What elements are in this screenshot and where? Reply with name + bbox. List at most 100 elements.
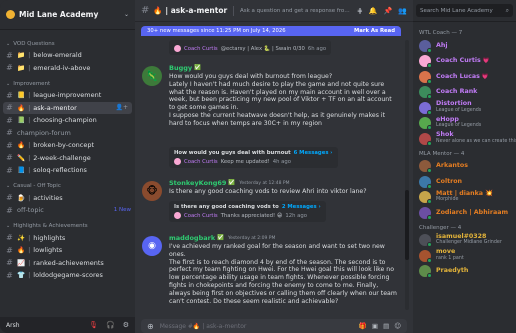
settings-gear-icon[interactable]: ⚙ bbox=[123, 321, 129, 329]
member-item[interactable]: Coltron bbox=[413, 174, 516, 190]
channel-category[interactable]: ⌄ Improvement bbox=[0, 78, 135, 89]
channel-category[interactable]: ⌄ Highlights & Achievements bbox=[0, 221, 135, 232]
member-group-header: MLA Mentor — 4 bbox=[419, 150, 465, 157]
member-info: Ahj bbox=[436, 42, 448, 50]
member-info: isamuel#0328 Challenger Midlane Grinder bbox=[436, 233, 502, 247]
message-author[interactable]: StonkeyKong69 bbox=[169, 179, 226, 187]
sidebar-item-ask-a-mentor[interactable]: # 🔥 | ask-a-mentor 👤+ bbox=[3, 101, 132, 114]
invite-icon[interactable]: 👤+ bbox=[116, 104, 129, 111]
avatar[interactable]: ◉ bbox=[142, 236, 162, 256]
thread-message-count[interactable]: 6 Messages › bbox=[294, 150, 333, 156]
channel-category[interactable]: ⌄ Casual - Off Topic bbox=[0, 181, 135, 192]
sidebar-item-soloq-reflections[interactable]: # 📘 | soloq-reflections bbox=[0, 164, 135, 177]
member-item[interactable]: Matt | dianka 💥 Morphide bbox=[413, 190, 516, 206]
chevron-down-icon: ⌄ bbox=[6, 223, 11, 229]
sticker-icon[interactable]: ▤ bbox=[383, 322, 389, 330]
sidebar-item-label: 2-week-challenge bbox=[33, 153, 91, 162]
status-indicator bbox=[427, 63, 432, 69]
sidebar-item-broken-by-concept[interactable]: # 🔥 | broken-by-concept bbox=[0, 139, 135, 152]
category-name: VOD Questions bbox=[13, 40, 55, 47]
thread-user: Coach Curtis bbox=[184, 45, 218, 52]
sidebar-item-activities[interactable]: # 🍺 | activities bbox=[0, 192, 135, 205]
member-item[interactable]: Coach Rank bbox=[413, 85, 516, 101]
threads-icon[interactable]: ⋕ bbox=[357, 7, 363, 15]
topbar-divider bbox=[233, 5, 234, 16]
separator: | bbox=[28, 271, 31, 280]
sidebar-item-emerald-iv-above[interactable]: # 📁 | emerald-iv-above bbox=[0, 62, 135, 75]
chevron-down-icon: ⌄ bbox=[123, 11, 129, 18]
member-info: Distortion League of Legends bbox=[436, 101, 481, 114]
thread-preview[interactable]: How would you guys deal with burnout 6 Me… bbox=[169, 147, 338, 168]
message-timestamp: Yesterday at 12:48 PM bbox=[239, 180, 290, 186]
hash-icon: # bbox=[6, 165, 13, 175]
sidebar-item-off-topic[interactable]: # off-topic 1 New bbox=[0, 204, 135, 217]
thread-preview[interactable]: Is there any good coaching vods to 2 Mess… bbox=[169, 201, 326, 222]
sidebar-item-below-emerald[interactable]: # 📁 | below-emerald bbox=[0, 49, 135, 62]
mic-muted-icon[interactable]: 🎙 bbox=[89, 321, 98, 329]
sidebar-item-league-improvement[interactable]: # 📒 | league-improvement bbox=[0, 89, 135, 102]
member-name-line: Coach Lucas 💗 bbox=[436, 73, 489, 81]
sidebar-item-lowlights[interactable]: # 🔥 | lowlights bbox=[0, 244, 135, 257]
message-input[interactable]: Message #🔥 | ask-a-mentor bbox=[160, 323, 354, 330]
channel-title: 🔥 | ask-a-mentor bbox=[153, 6, 228, 15]
status-indicator bbox=[427, 47, 432, 53]
thread-name: How would you guys deal with burnout bbox=[174, 150, 291, 156]
member-item[interactable]: move rank 1 pant bbox=[413, 248, 516, 264]
sidebar-item-2-week-challenge[interactable]: # ✏️ | 2-week-challenge bbox=[0, 152, 135, 165]
thread-preview[interactable]: Coach Curtis @ectarsy | Alex 🐍 | Swain 0… bbox=[169, 40, 332, 55]
message-author[interactable]: maddogbark bbox=[169, 234, 215, 242]
member-groups: WTL Coach — 7 Ahj Coach Curtis 💗 Coach Lucas… bbox=[413, 26, 516, 279]
member-item[interactable]: Zodiarch | Abhiraam bbox=[413, 205, 516, 221]
member-item[interactable]: Ahj bbox=[413, 38, 516, 54]
member-item[interactable]: eHopp League of Legends bbox=[413, 116, 516, 132]
scrollbar-thumb[interactable] bbox=[405, 190, 409, 260]
member-info: eHopp League of Legends bbox=[436, 116, 481, 130]
sidebar-item-label: activities bbox=[33, 193, 63, 202]
hash-icon: # bbox=[6, 193, 13, 203]
message-scrollbar[interactable] bbox=[405, 40, 409, 310]
hash-icon: # bbox=[6, 270, 13, 280]
new-messages-bar[interactable]: 30+ new messages since 11:25 PM on July … bbox=[141, 26, 401, 36]
member-activity: League of Legends bbox=[436, 107, 482, 113]
member-item[interactable]: Distortion League of Legends bbox=[413, 100, 516, 116]
sidebar-item-highlights[interactable]: # ✨ | highlights bbox=[0, 232, 135, 245]
server-header[interactable]: Mid Lane Academy ⌄ bbox=[0, 0, 135, 30]
sidebar-item-champion-forum[interactable]: # champion-forum bbox=[0, 127, 135, 140]
member-item[interactable]: ShokNever alone as we can create this re… bbox=[413, 131, 516, 147]
gif-icon[interactable]: ▣ bbox=[372, 322, 378, 330]
message-line: The first is to reach diamond 4 by end o… bbox=[169, 258, 397, 305]
thread-message-count[interactable]: 2 Messages › bbox=[282, 204, 321, 210]
member-list-icon[interactable]: 👥 bbox=[398, 7, 407, 15]
avatar bbox=[174, 158, 181, 165]
add-attachment-icon[interactable]: ⊕ bbox=[147, 322, 154, 331]
channel-emoji: ✏️ bbox=[17, 153, 26, 162]
member-item[interactable]: isamuel#0328 Challenger Midlane Grinder bbox=[413, 233, 516, 249]
channel-emoji: 📁 bbox=[17, 51, 26, 60]
channel-category[interactable]: ⌄ VOD Questions bbox=[0, 38, 135, 49]
thread-last-message: Keep me updated! bbox=[220, 158, 270, 165]
message-author[interactable]: Buggy bbox=[169, 64, 192, 72]
notification-bell-icon[interactable]: 🔔 bbox=[369, 7, 378, 15]
hash-icon: # bbox=[6, 245, 13, 255]
sidebar-item-loldodgegame-scores[interactable]: # 👕 | loldodgegame-scores bbox=[0, 269, 135, 282]
mark-as-read-button[interactable]: Mark As Read bbox=[354, 28, 395, 34]
avatar[interactable]: 🐵 bbox=[142, 181, 162, 201]
headphones-icon[interactable]: 🎧 bbox=[106, 321, 115, 329]
member-item[interactable]: Praedyth bbox=[413, 264, 516, 280]
member-item[interactable]: Coach Lucas 💗 bbox=[413, 69, 516, 85]
pin-icon[interactable]: 📌 bbox=[384, 7, 393, 15]
member-name: Coach Rank bbox=[436, 88, 478, 95]
hash-icon: # bbox=[6, 90, 13, 100]
message-body: How would you guys deal with burnout fro… bbox=[169, 73, 397, 128]
member-item[interactable]: Coach Curtis 💗 bbox=[413, 54, 516, 70]
gift-icon[interactable]: 🎁 bbox=[359, 322, 367, 330]
search-input[interactable]: Search Mid Lane Academy ⌕ bbox=[416, 4, 513, 17]
sidebar-item-ranked-achievements[interactable]: # 📈 | ranked-achievements bbox=[0, 257, 135, 270]
sidebar-item-choosing-champion[interactable]: # 📗 | choosing-champion bbox=[0, 114, 135, 127]
avatar[interactable]: 🦎 bbox=[142, 66, 162, 86]
channel-emoji: 📁 bbox=[17, 63, 26, 72]
emoji-icon[interactable]: ☺ bbox=[394, 322, 401, 330]
member-item[interactable]: Arkantos bbox=[413, 159, 516, 175]
message-composer[interactable]: ⊕ Message #🔥 | ask-a-mentor 🎁 ▣ ▤ ☺ bbox=[141, 319, 407, 333]
channel-emoji: 🔥 bbox=[17, 141, 26, 150]
